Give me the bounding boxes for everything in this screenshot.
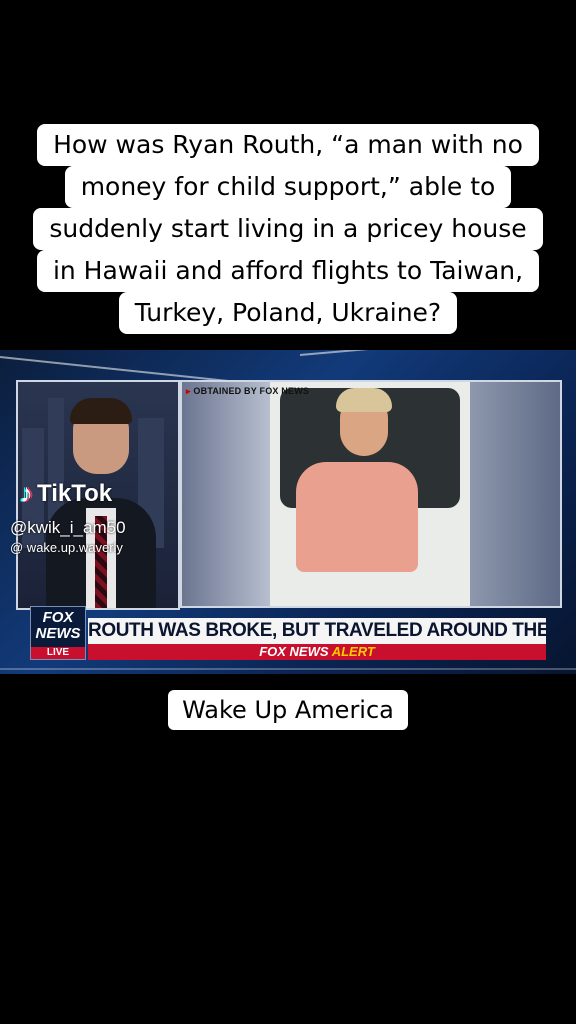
suspect-hair <box>336 388 392 412</box>
bottom-caption: Wake Up America <box>0 690 576 730</box>
caption-line: How was Ryan Routh, “a man with no <box>37 124 539 166</box>
news-alert-bar: FOX NEWS ALERT <box>88 644 546 660</box>
bottom-caption-text: Wake Up America <box>168 690 408 730</box>
video-frame[interactable]: ▸ OBTAINED BY FOX NEWS ♪ TikTok @kwik_i_… <box>0 350 576 674</box>
light-streak <box>299 350 576 356</box>
light-streak <box>0 668 576 670</box>
alert-label: ALERT <box>331 644 375 659</box>
tiktok-watermark: ♪ TikTok <box>20 478 112 509</box>
caption-line: in Hawaii and afford flights to Taiwan, <box>36 250 540 292</box>
alert-brand: FOX NEWS <box>259 644 329 659</box>
news-chyron: ROUTH WAS BROKE, BUT TRAVELED AROUND THE… <box>88 618 546 644</box>
top-caption: How was Ryan Routh, “a man with no money… <box>0 124 576 334</box>
blur-right <box>470 382 560 606</box>
logo-news: NEWS <box>35 625 81 642</box>
caption-line: money for child support,” able to <box>64 166 512 208</box>
photo-credit-text: OBTAINED BY FOX NEWS <box>193 386 310 396</box>
tiktok-username: @kwik_i_am50 <box>10 518 126 537</box>
credit-arrow-icon: ▸ <box>186 386 191 396</box>
blur-left <box>182 382 270 606</box>
tiktok-handle: @ wake.up.waverly <box>10 540 123 555</box>
tiktok-brand: TikTok <box>37 479 113 507</box>
anchor-hair <box>70 398 132 424</box>
caption-line: Turkey, Poland, Ukraine? <box>118 292 458 334</box>
logo-fox: FOX <box>42 609 74 626</box>
tiktok-note-icon: ♪ <box>20 478 33 508</box>
suspect-shirt <box>296 462 418 572</box>
live-badge: LIVE <box>31 647 85 659</box>
police-car-seat <box>270 382 470 606</box>
photo-credit: ▸ OBTAINED BY FOX NEWS <box>186 386 309 397</box>
fox-news-logo: FOX NEWS LIVE <box>30 606 86 660</box>
caption-line: suddenly start living in a pricey house <box>33 208 543 250</box>
suspect-photo <box>180 380 562 608</box>
